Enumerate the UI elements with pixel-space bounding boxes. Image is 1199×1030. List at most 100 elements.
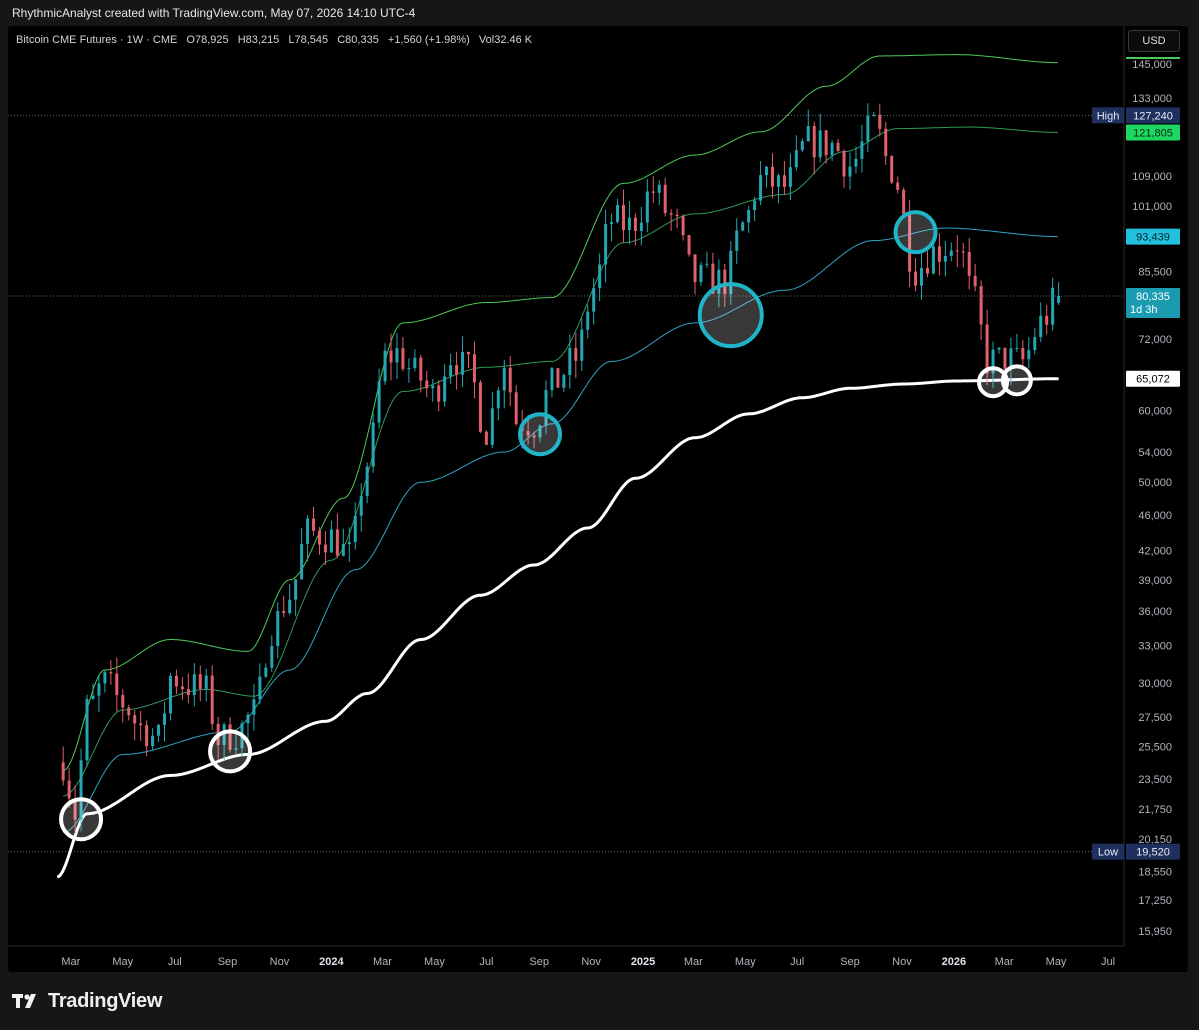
candle [407,358,411,383]
candle-body [550,368,554,391]
candle [174,669,178,695]
time-axis: Mar May Jul Sep Nov 2024 Mar May Jul Sep Nov 2025 Ma… [8,945,1124,968]
candle [824,129,828,164]
candle [377,368,381,429]
candle-body [276,611,280,646]
change-value: +1,560 (+1.98%) [387,34,470,46]
candle [270,635,274,672]
time-tick-label: May [735,956,756,968]
candle-body [836,142,840,151]
candle-body [425,380,429,389]
price-tick-label: 101,000 [1132,201,1172,213]
candle-body [872,114,876,116]
candle [401,336,405,372]
candle-body [633,217,637,231]
candle [335,513,339,559]
time-tick-label: Sep [218,956,238,968]
candle [306,515,310,562]
candle [776,173,780,204]
candle [455,351,459,390]
candle-body [574,348,578,361]
candle-body [878,114,882,129]
candle-body [961,251,965,253]
candle-body [467,352,471,355]
candle-body [115,673,119,696]
price-tick-label: 21,750 [1138,804,1172,816]
highlight-circle-5 [893,210,938,255]
candle [1039,302,1043,343]
candle-body [502,367,506,391]
candle-body [1003,347,1007,370]
candle-body [759,175,763,201]
candle [246,712,250,740]
candle [997,347,1001,354]
candle [860,124,864,173]
candle-body [782,175,786,188]
price-tick-label: 109,000 [1132,171,1172,183]
chart-legend: Bitcoin CME Futures · 1W · CME O78,925 H… [16,34,532,46]
candle [276,602,280,659]
candle-body [627,217,631,231]
candle-body [127,707,131,716]
candle [961,242,965,268]
candle-body [616,205,620,223]
candle [610,213,614,242]
reference-lines [8,114,1124,853]
price-axis: 145,000 133,000 109,000 101,000 85,500 72,000… [1092,26,1180,946]
price-tick-label: 60,000 [1138,406,1172,418]
candle-body [312,518,316,531]
candle-body [258,676,262,700]
candle [741,220,745,232]
candle-body [747,210,751,223]
candle-body [920,268,924,286]
candle [341,528,345,557]
candle [496,386,500,421]
candle-body [639,222,643,231]
currency-button[interactable]: USD [1128,30,1180,52]
candle-body [806,126,810,142]
candle-body [186,689,190,696]
candle-body [168,675,172,714]
price-tick-label: 18,550 [1138,867,1172,879]
candle [413,349,417,372]
candle-body [514,392,518,425]
candle-body [252,699,256,715]
candle-body [437,385,441,402]
candle [323,531,327,565]
candle-body [139,723,143,726]
candle [759,161,763,205]
time-tick-label: Nov [270,956,290,968]
candle [317,527,321,555]
candle-body [347,542,351,545]
candle [562,373,566,392]
candle-body [645,191,649,223]
candle-body [496,390,500,409]
price-badge-value: 19,520 [1136,847,1170,859]
candle [949,242,953,262]
time-tick-label: May [424,956,445,968]
candle [735,218,739,264]
candle [121,689,125,723]
candle [61,746,65,786]
price-tick-label: 72,000 [1138,334,1172,346]
candle [264,663,268,678]
candle-body [681,216,685,236]
candle-body [317,530,321,545]
candle-body [818,130,822,158]
candle-body [151,735,155,747]
price-tick-label: 27,500 [1138,712,1172,724]
volume-key: Vol [478,34,495,46]
candle-body [1045,315,1049,325]
candle-body [198,674,202,689]
candle [890,154,894,184]
candle [383,343,387,385]
time-tick-label: Mar [684,956,703,968]
candle-body [753,200,757,211]
chart-canvas[interactable]: 145,000 133,000 109,000 101,000 85,500 72,000… [0,0,1199,1030]
candle-body [788,167,792,188]
candle-body [890,156,894,183]
candle-body [902,189,906,215]
highlight-circle-7 [1000,364,1033,397]
candle-body [556,368,560,388]
candle-body [830,142,834,156]
